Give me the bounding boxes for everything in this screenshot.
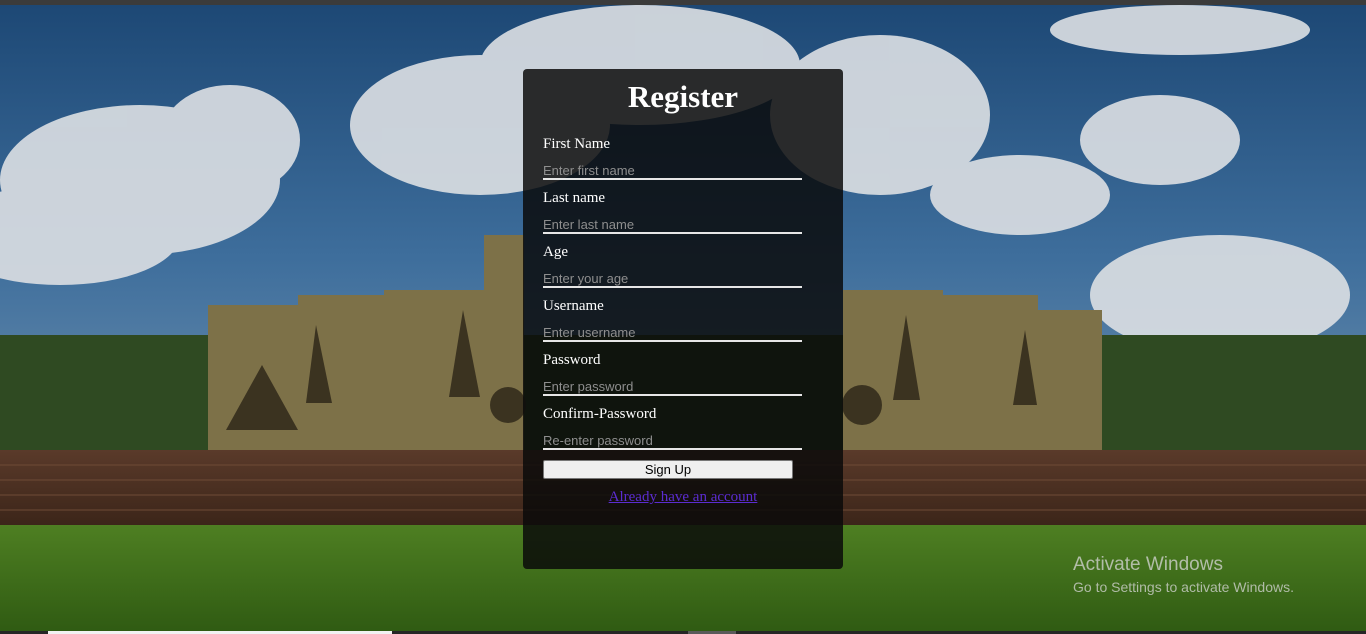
username-input[interactable] <box>543 324 802 342</box>
register-form: Register First Name Last name Age Userna… <box>523 69 843 569</box>
username-label: Username <box>543 298 604 314</box>
windows-activation-watermark: Activate Windows Go to Settings to activ… <box>1073 554 1294 595</box>
sign-up-button[interactable]: Sign Up <box>543 460 793 479</box>
form-title: Register <box>627 79 739 114</box>
watermark-subtitle: Go to Settings to activate Windows. <box>1073 579 1294 595</box>
age-input[interactable] <box>543 270 802 288</box>
age-label: Age <box>543 244 568 260</box>
last-name-label: Last name <box>543 190 606 206</box>
login-link[interactable]: Already have an account <box>523 489 843 506</box>
first-name-input[interactable] <box>543 162 802 180</box>
confirm-password-input[interactable] <box>543 432 802 450</box>
password-input[interactable] <box>543 378 802 396</box>
confirm-password-label: Confirm-Password <box>543 406 657 422</box>
password-label: Password <box>543 352 601 368</box>
last-name-input[interactable] <box>543 216 802 234</box>
watermark-title: Activate Windows <box>1073 554 1223 575</box>
first-name-label: First Name <box>543 136 611 152</box>
